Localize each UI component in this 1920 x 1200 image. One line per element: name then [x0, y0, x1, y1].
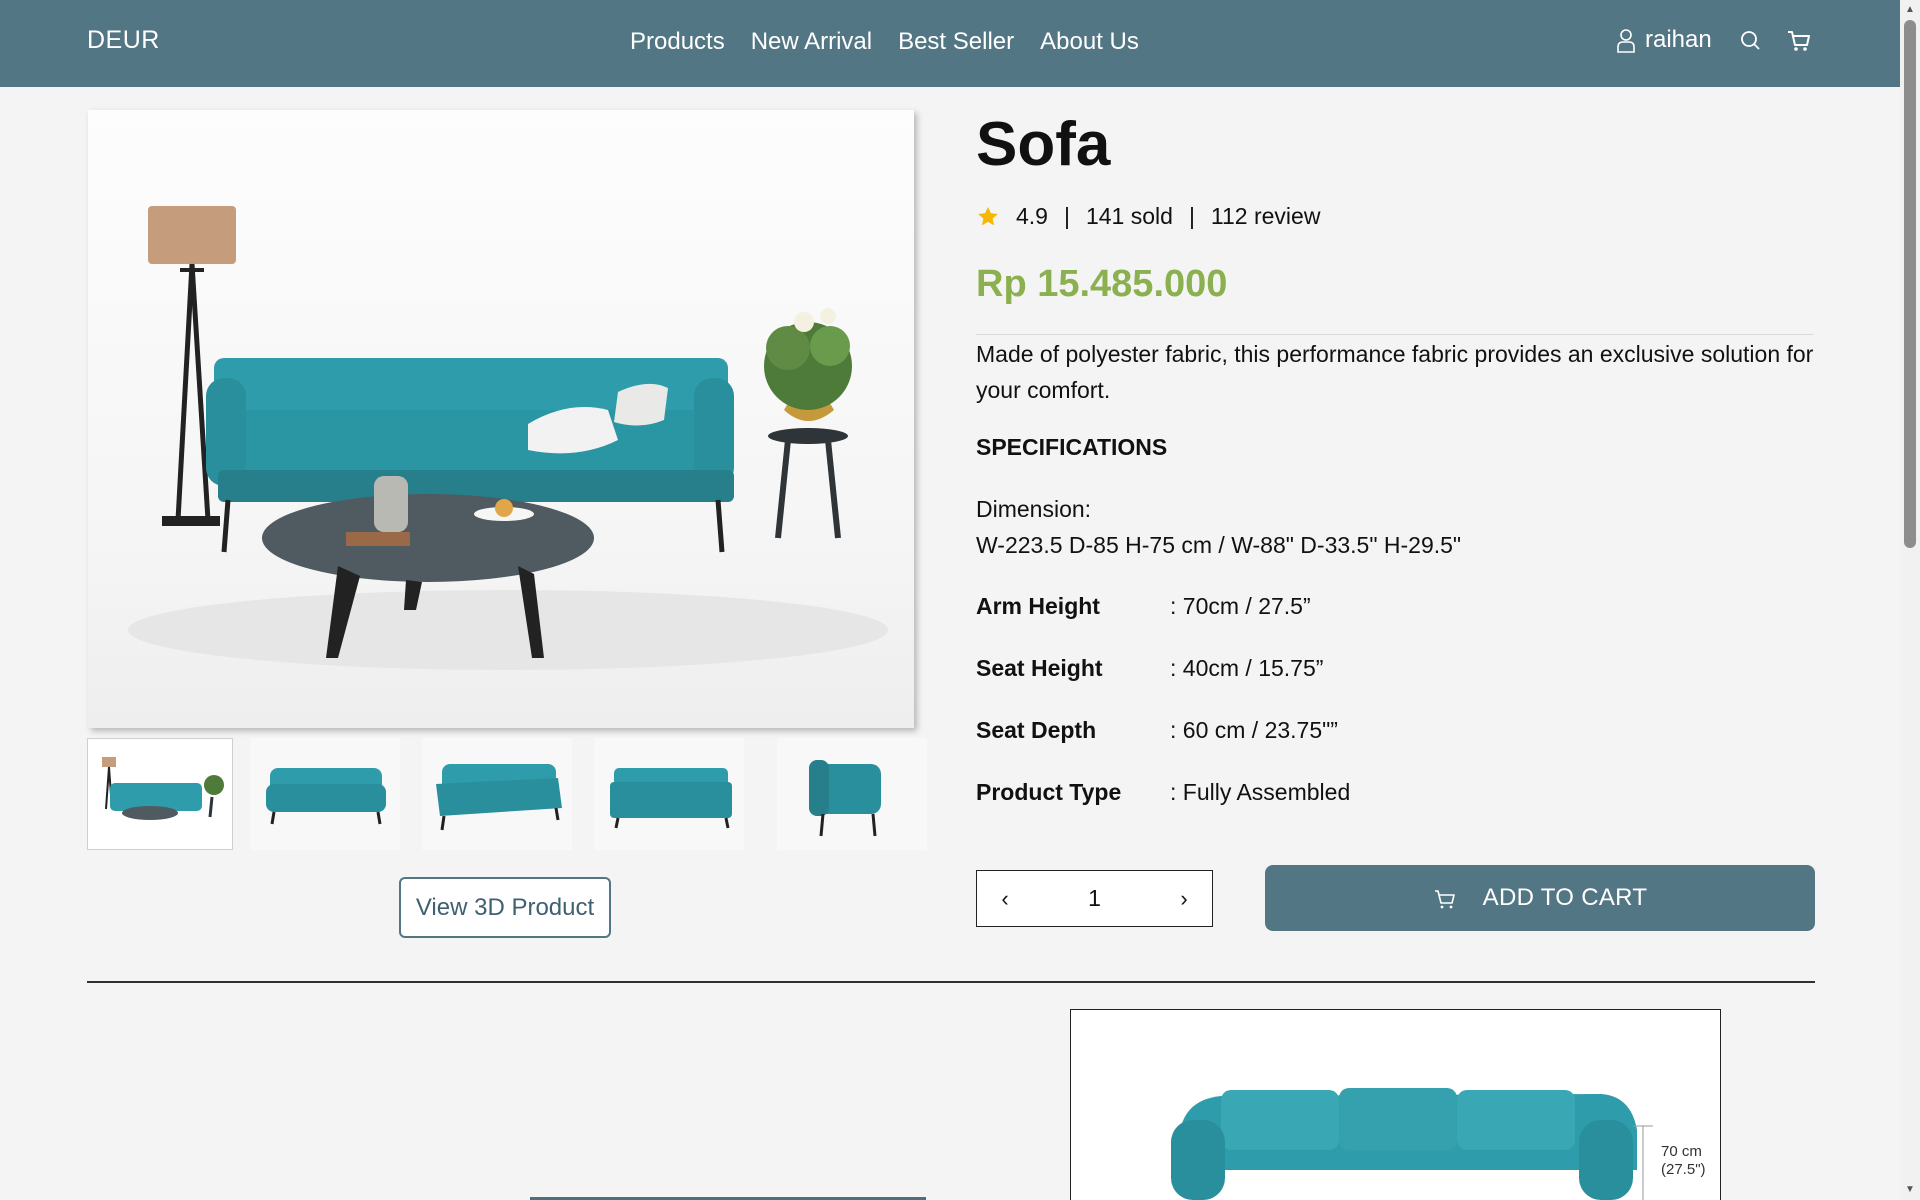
spec-row-product-type: Product Type : Fully Assembled	[976, 779, 1350, 806]
price-divider	[976, 334, 1814, 335]
add-to-cart-label: ADD TO CART	[1482, 884, 1648, 911]
review-count[interactable]: 112 review	[1211, 203, 1321, 230]
top-navbar: DEUR Products New Arrival Best Seller Ab…	[0, 0, 1900, 87]
scrollbar-thumb[interactable]	[1904, 20, 1916, 548]
nav-link-best-seller[interactable]: Best Seller	[898, 28, 1014, 56]
sold-count: 141 sold	[1085, 203, 1173, 229]
spec-key: Arm Height	[976, 593, 1100, 619]
star-icon	[978, 206, 998, 225]
product-description: Made of polyester fabric, this performan…	[976, 341, 1814, 403]
dimension-label-inch: (27.5")	[1661, 1161, 1706, 1178]
sofa-room-illustration	[128, 206, 888, 670]
dimension-label-cm: 70 cm	[1661, 1143, 1702, 1160]
section-divider	[87, 981, 1815, 983]
scroll-up-arrow-icon[interactable]: ▲	[1905, 4, 1915, 15]
nav-link-new-arrival[interactable]: New Arrival	[751, 28, 872, 56]
quantity-stepper: ‹ 1 ›	[976, 870, 1213, 927]
spec-value: : 40cm / 15.75”	[1170, 655, 1324, 681]
nav-link-products[interactable]: Products	[630, 28, 725, 56]
username-link[interactable]: raihan	[1645, 26, 1712, 54]
add-to-cart-button[interactable]: ADD TO CART	[1265, 865, 1815, 931]
nav-link-about-us[interactable]: About Us	[1040, 28, 1139, 56]
main-product-image[interactable]	[88, 110, 914, 728]
spec-key: Seat Depth	[976, 717, 1097, 743]
user-icon[interactable]	[1615, 26, 1637, 54]
dimension-value: W-223.5 D-85 H-75 cm / W-88" D-33.5" H-2…	[976, 532, 1462, 558]
quantity-value[interactable]: 1	[1088, 885, 1101, 912]
product-meta: 4.9 | 141 sold | 112 review	[976, 203, 1320, 230]
spec-value: : 60 cm / 23.75"”	[1170, 717, 1338, 743]
scroll-down-arrow-icon[interactable]: ▼	[1905, 1184, 1915, 1195]
decrement-button[interactable]: ‹	[977, 871, 1033, 926]
thumbnail-strip	[87, 738, 927, 850]
spec-value: : Fully Assembled	[1170, 779, 1351, 805]
thumbnail-4[interactable]	[594, 738, 744, 850]
thumbnail-5[interactable]	[777, 738, 927, 850]
view-3d-product-button[interactable]: View 3D Product	[399, 877, 611, 938]
nav-actions: raihan	[1615, 26, 1834, 54]
increment-button[interactable]: ›	[1156, 871, 1212, 926]
specifications-heading: SPECIFICATIONS	[976, 434, 1168, 460]
brand-logo[interactable]: DEUR	[87, 26, 160, 55]
spec-row-seat-depth: Seat Depth : 60 cm / 23.75"”	[976, 717, 1338, 744]
dimension-diagram: 70 cm (27.5")	[1070, 1009, 1721, 1200]
spec-row-seat-height: Seat Height : 40cm / 15.75”	[976, 655, 1323, 682]
spec-row-arm-height: Arm Height : 70cm / 27.5”	[976, 593, 1311, 620]
meta-separator: |	[1063, 203, 1070, 229]
spec-key: Product Type	[976, 779, 1122, 805]
product-title: Sofa	[976, 110, 1111, 179]
meta-separator: |	[1188, 203, 1195, 229]
rating-value: 4.9	[1016, 203, 1048, 229]
thumbnail-1[interactable]	[87, 738, 233, 850]
cart-icon[interactable]	[1786, 26, 1812, 54]
spec-value: : 70cm / 27.5”	[1170, 593, 1311, 619]
search-icon[interactable]	[1738, 26, 1764, 54]
main-nav: Products New Arrival Best Seller About U…	[630, 28, 1139, 56]
product-price: Rp 15.485.000	[976, 263, 1228, 305]
spec-key: Seat Height	[976, 655, 1103, 681]
page-scrollbar[interactable]: ▲ ▼	[1900, 0, 1920, 1200]
cart-icon	[1434, 890, 1455, 909]
thumbnail-3[interactable]	[422, 738, 572, 850]
thumbnail-2[interactable]	[250, 738, 400, 850]
dimension-label: Dimension:	[976, 496, 1092, 522]
